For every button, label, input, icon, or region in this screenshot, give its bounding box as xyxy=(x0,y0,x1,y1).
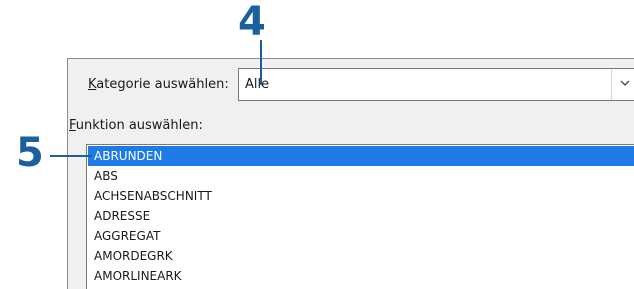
function-list-item[interactable]: AMORLINEARK xyxy=(88,266,634,286)
function-list-item[interactable]: ABRUNDEN xyxy=(88,146,634,166)
category-label-text: ategorie auswählen: xyxy=(96,77,229,92)
function-label: Funktion auswählen: xyxy=(69,118,203,133)
function-label-text: unktion auswählen: xyxy=(75,118,203,133)
function-list-item[interactable]: AMORDEGRK xyxy=(88,246,634,266)
category-select[interactable]: Alle xyxy=(238,68,634,101)
category-select-value: Alle xyxy=(245,77,270,92)
callout-number-4: 4 xyxy=(238,0,266,45)
chevron-down-icon xyxy=(620,80,630,86)
function-list-item[interactable]: ADRESSE xyxy=(88,206,634,226)
function-label-accelerator: F xyxy=(69,118,76,133)
callout-4-leader-line xyxy=(260,40,262,85)
function-list-item[interactable]: ACHSENABSCHNITT xyxy=(88,186,634,206)
function-list-item[interactable]: AGGREGAT xyxy=(88,226,634,246)
function-list[interactable]: ABRUNDEN ABS ACHSENABSCHNITT ADRESSE AGG… xyxy=(86,144,634,289)
function-list-item[interactable]: ABS xyxy=(88,166,634,186)
callout-number-5: 5 xyxy=(16,130,44,176)
category-dropdown-button[interactable] xyxy=(611,69,634,100)
category-label: Kategorie auswählen: xyxy=(88,77,229,92)
callout-5-leader-line xyxy=(50,155,92,157)
